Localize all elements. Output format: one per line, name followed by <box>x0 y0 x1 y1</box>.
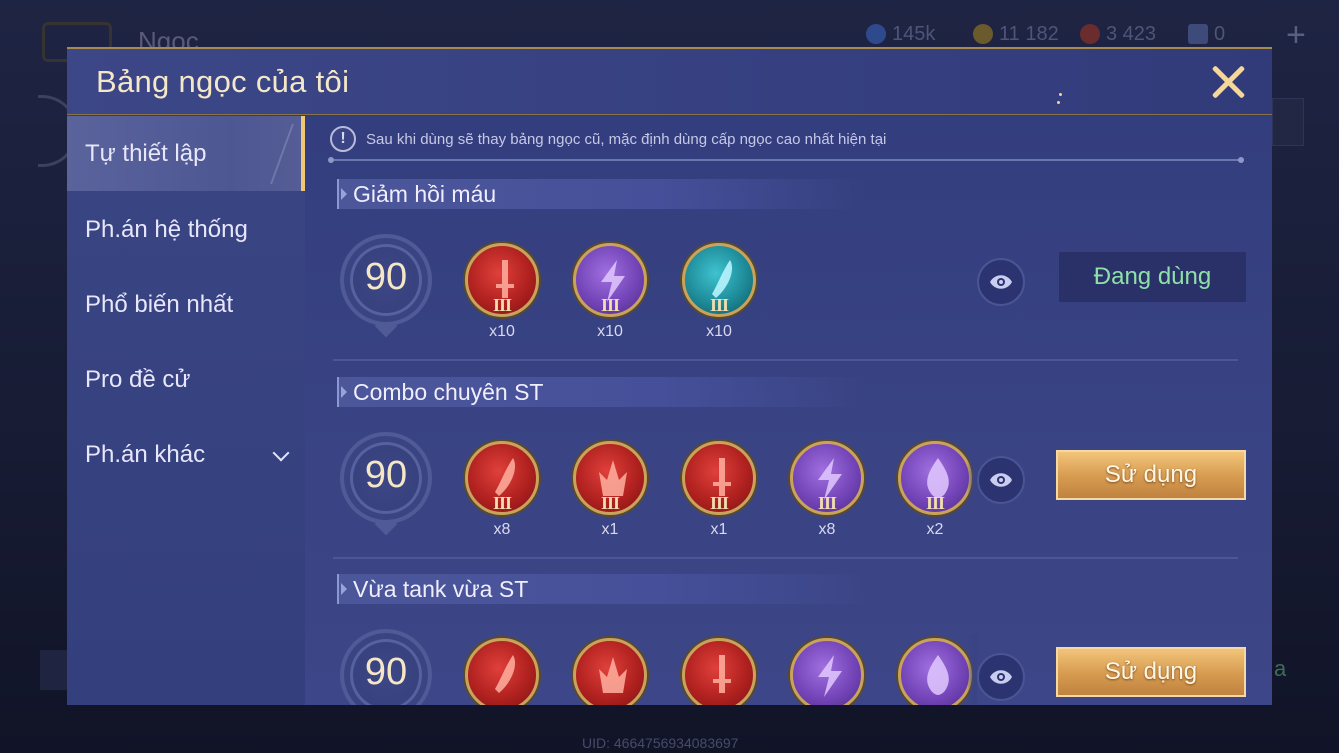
red-gem-icon <box>1080 24 1100 44</box>
resource-blue-coin: 145k <box>866 20 935 48</box>
sidebar-item-label: Phổ biến nhất <box>85 290 234 318</box>
sword-icon <box>682 638 756 705</box>
rune-gem[interactable]: III x1 <box>573 441 647 541</box>
sidebar-item-label: Pro đề cử <box>85 365 191 393</box>
background-side-button <box>1272 98 1304 146</box>
divider <box>333 359 1238 361</box>
gem-count: x8 <box>493 521 511 538</box>
modal-title: Bảng ngọc của tôi <box>96 64 350 99</box>
level-badge: 90 <box>340 234 432 338</box>
eye-icon <box>990 473 1012 487</box>
level-value: 90 <box>364 651 408 693</box>
card-icon <box>1188 24 1208 44</box>
sidebar-item-system[interactable]: Ph.án hệ thống <box>67 192 305 267</box>
rune-gem[interactable] <box>573 638 647 705</box>
rune-set-2: Combo chuyên ST 90 III x8 III x1 III x1 … <box>305 377 1272 575</box>
divider <box>333 557 1238 559</box>
rune-gem[interactable]: III x10 <box>465 243 539 343</box>
preview-eye-button[interactable] <box>977 653 1025 701</box>
notice-bar: ! Sau khi dùng sẽ thay bảng ngọc cũ, mặc… <box>330 126 886 152</box>
gem-count: x10 <box>706 323 732 340</box>
rune-gem[interactable]: III x2 <box>898 441 972 541</box>
rune-gem[interactable]: III x1 <box>682 441 756 541</box>
gold-coin-icon <box>973 24 993 44</box>
gem-count: x8 <box>818 521 836 538</box>
blue-coin-icon <box>866 24 886 44</box>
sidebar-item-popular[interactable]: Phổ biến nhất <box>67 267 305 342</box>
set-header: Vừa tank vừa ST <box>337 574 867 604</box>
resource-red-gem: 3 423 <box>1080 20 1156 48</box>
add-resource-icon: + <box>1286 16 1306 54</box>
resource-card: 0 <box>1188 20 1225 48</box>
level-badge: 90 <box>340 629 432 705</box>
exclamation-icon: ! <box>330 126 356 152</box>
set-title: Combo chuyên ST <box>353 379 544 405</box>
gem-count: x10 <box>489 323 515 340</box>
sidebar-item-label: Ph.án khác <box>85 440 206 468</box>
preview-eye-button[interactable] <box>977 258 1025 306</box>
level-value: 90 <box>364 454 408 496</box>
set-header: Giảm hồi máu <box>337 179 867 209</box>
rune-set-1: Giảm hồi máu 90 III x10 III x10 III x10 … <box>305 179 1272 377</box>
rune-gem[interactable] <box>682 638 756 705</box>
sidebar-item-other[interactable]: Ph.án khác <box>67 417 305 492</box>
gem-count: x1 <box>710 521 728 538</box>
rune-gem[interactable]: III x8 <box>465 441 539 541</box>
rune-set-list[interactable]: ! Sau khi dùng sẽ thay bảng ngọc cũ, mặc… <box>305 116 1272 705</box>
background-green-label: a <box>1274 656 1287 681</box>
crown-icon <box>573 638 647 705</box>
sidebar-item-label: Ph.án hệ thống <box>85 215 248 243</box>
sidebar-item-label: Tự thiết lập <box>85 139 207 167</box>
chevron-down-icon[interactable] <box>272 444 290 462</box>
rune-gem[interactable]: III x10 <box>682 243 756 343</box>
rune-set-3: Vừa tank vừa ST 90 Sử dụng <box>305 574 1272 705</box>
resource-gold-coin: 11 182 <box>973 20 1059 48</box>
active-decoration <box>212 124 294 184</box>
background-panel-edge <box>40 650 70 690</box>
rune-gem[interactable]: III x8 <box>790 441 864 541</box>
sidebar: Tự thiết lập Ph.án hệ thống Phổ biến nhấ… <box>67 116 305 705</box>
blade-icon <box>465 638 539 705</box>
level-value: 90 <box>364 256 408 298</box>
set-header: Combo chuyên ST <box>337 377 867 407</box>
rune-board-modal: Bảng ngọc của tôi Tự thiết lập Ph.án hệ … <box>67 47 1272 705</box>
set-title: Vừa tank vừa ST <box>353 576 529 602</box>
rune-gem[interactable]: III x10 <box>573 243 647 343</box>
preview-eye-button[interactable] <box>977 456 1025 504</box>
gem-count: x2 <box>926 521 944 538</box>
sparkle-decoration <box>1057 101 1060 104</box>
lightning-icon <box>790 638 864 705</box>
level-badge: 90 <box>340 432 432 536</box>
in-use-button[interactable]: Đang dùng <box>1059 252 1246 302</box>
sidebar-item-custom[interactable]: Tự thiết lập <box>67 116 305 191</box>
notice-divider <box>328 157 1244 163</box>
set-title: Giảm hồi máu <box>353 181 497 207</box>
gem-count: x10 <box>597 323 623 340</box>
close-icon[interactable] <box>1209 63 1247 101</box>
rune-gem[interactable] <box>465 638 539 705</box>
notice-text: Sau khi dùng sẽ thay bảng ngọc cũ, mặc đ… <box>366 130 887 148</box>
eye-icon <box>990 275 1012 289</box>
modal-header: Bảng ngọc của tôi <box>67 49 1272 115</box>
rune-gem[interactable] <box>898 638 972 705</box>
eye-icon <box>990 670 1012 684</box>
rune-gem[interactable] <box>790 638 864 705</box>
flame-icon <box>898 638 972 705</box>
use-button[interactable]: Sử dụng <box>1056 647 1246 697</box>
gem-count: x1 <box>601 521 619 538</box>
use-button[interactable]: Sử dụng <box>1056 450 1246 500</box>
sidebar-item-pro[interactable]: Pro đề cử <box>67 342 305 417</box>
uid-label: UID: 4664756934083697 <box>582 735 739 751</box>
